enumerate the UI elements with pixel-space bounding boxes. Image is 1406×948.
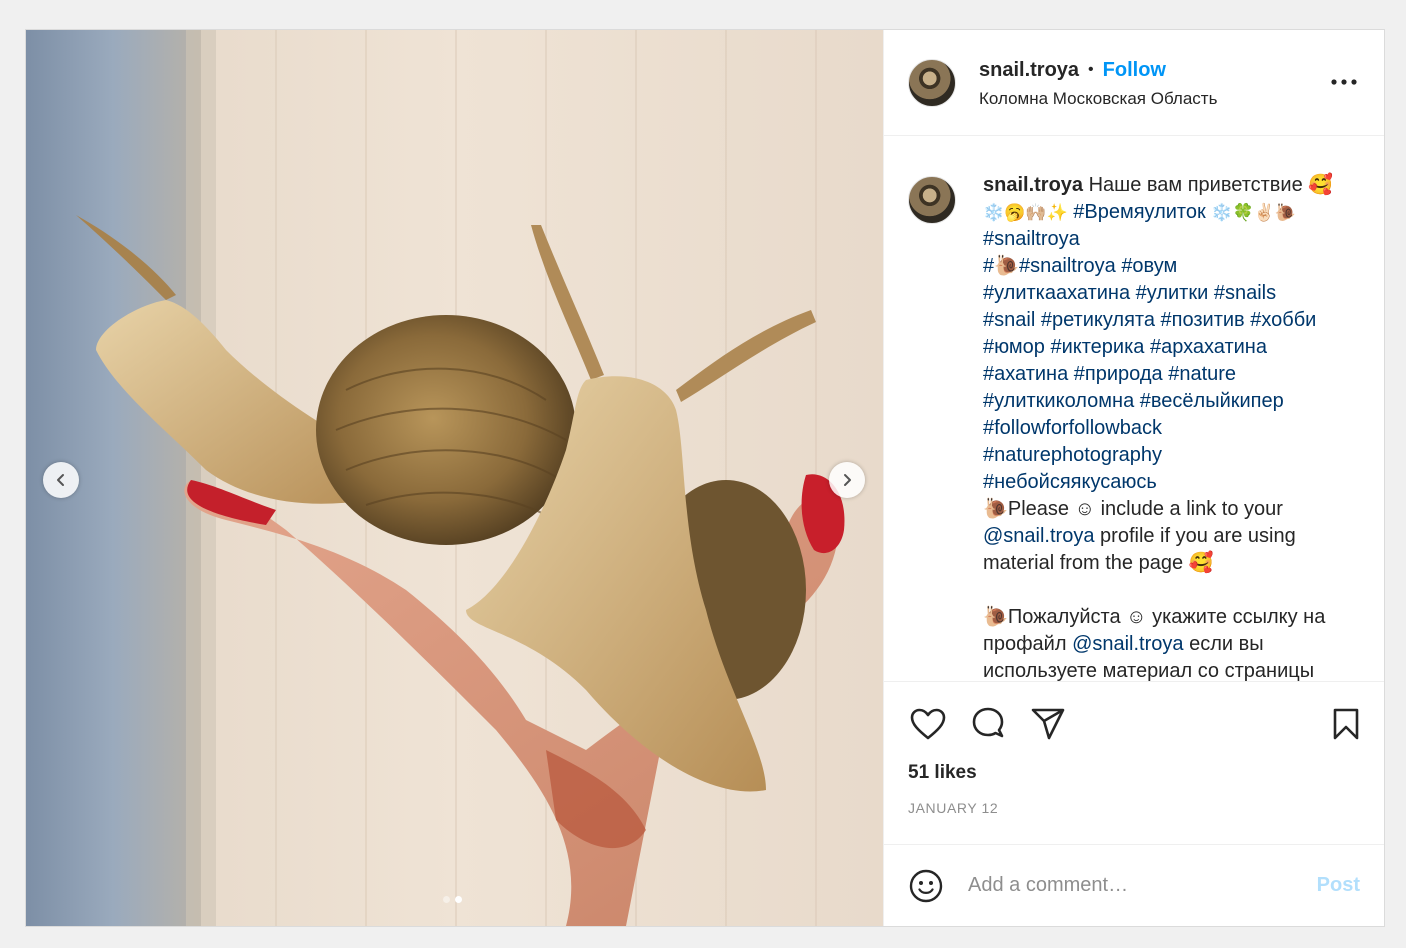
hashtag-link[interactable]: #nature — [1168, 363, 1236, 385]
hashtag-link[interactable]: #иктерика — [1050, 336, 1144, 358]
emoji-button[interactable] — [908, 868, 944, 904]
prev-slide-button[interactable] — [43, 462, 79, 498]
post-card: snail.troya • Follow Коломна Московская … — [25, 29, 1385, 927]
hashtag-link[interactable]: #snail — [983, 309, 1035, 331]
hashtag-link[interactable]: #небойсяякусаюсь — [983, 471, 1157, 493]
mention-link[interactable]: @snail.troya — [1072, 633, 1183, 655]
carousel-dot-active — [455, 896, 462, 903]
comment-icon — [972, 707, 1004, 738]
caption-emoji: ❄️🍀✌🏻🐌 — [1211, 203, 1296, 222]
post-date[interactable]: JANUARY 12 — [884, 800, 1384, 816]
separator-dot: • — [1088, 61, 1094, 78]
avatar[interactable] — [908, 176, 956, 224]
comment-box: Post — [884, 844, 1384, 926]
hashtag-link[interactable]: #улиткиколомна — [983, 390, 1134, 412]
like-button[interactable] — [908, 704, 948, 744]
caption-text: snail.troya Наше вам приветствие 🥰 ❄️🥱🙌🏼… — [983, 172, 1360, 681]
comment-input[interactable] — [968, 874, 1317, 897]
hashtag-link[interactable]: #snailtroya — [1019, 255, 1116, 277]
hashtag-link[interactable]: #архахатина — [1150, 336, 1267, 358]
chevron-left-icon — [57, 474, 64, 486]
hashtag-link[interactable]: #followforfollowback — [983, 417, 1162, 439]
bookmark-icon — [1333, 708, 1359, 740]
hashtag-link[interactable]: #ахатина — [983, 363, 1068, 385]
carousel-dot — [443, 896, 450, 903]
emoji-icon — [909, 869, 943, 902]
next-slide-button[interactable] — [829, 462, 865, 498]
comment-button[interactable] — [968, 704, 1008, 744]
caption-english-text: 🐌Please ☺ include a link to your — [983, 498, 1283, 520]
carousel-indicator — [443, 896, 462, 903]
more-options-icon — [1331, 79, 1357, 85]
share-icon — [1031, 708, 1065, 740]
hashtag-link[interactable]: #улиткаахатина — [983, 282, 1130, 304]
hashtag-link[interactable]: #ретикулята — [1041, 309, 1155, 331]
post-photo — [26, 30, 883, 926]
heart-icon — [910, 708, 946, 740]
hashtag-link[interactable]: #юмор — [983, 336, 1045, 358]
follow-button[interactable]: Follow — [1103, 59, 1166, 82]
avatar[interactable] — [908, 58, 956, 107]
save-button[interactable] — [1326, 704, 1366, 744]
post-comment-button[interactable]: Post — [1317, 874, 1360, 897]
username-link[interactable]: snail.troya — [979, 59, 1079, 82]
chevron-right-icon — [844, 474, 851, 486]
caption-emoji: ❄️🥱🙌🏼✨ — [983, 203, 1068, 222]
caption-area: snail.troya Наше вам приветствие 🥰 ❄️🥱🙌🏼… — [884, 136, 1384, 682]
post-media[interactable] — [26, 30, 883, 926]
hashtag-link[interactable]: #🐌 — [983, 255, 1019, 277]
hashtag-link[interactable]: #позитив — [1161, 309, 1245, 331]
hashtag-link[interactable]: #naturephotography — [983, 444, 1162, 466]
hashtag-link[interactable]: #природа — [1074, 363, 1163, 385]
hashtag-link[interactable]: #snailtroya — [983, 228, 1080, 250]
hashtag-link[interactable]: #хобби — [1250, 309, 1316, 331]
hashtag-link[interactable]: #Времяулиток — [1073, 201, 1206, 223]
hashtag-link[interactable]: #овум — [1121, 255, 1177, 277]
more-options-button[interactable] — [1331, 72, 1357, 90]
hashtag-link[interactable]: #весёлыйкипер — [1140, 390, 1284, 412]
caption-intro: Наше вам приветствие 🥰 — [1088, 174, 1334, 196]
caption-username[interactable]: snail.troya — [983, 174, 1083, 196]
post-side-panel: snail.troya • Follow Коломна Московская … — [883, 30, 1384, 926]
mention-link[interactable]: @snail.troya — [983, 525, 1094, 547]
hashtag-link[interactable]: #snails — [1214, 282, 1276, 304]
location-link[interactable]: Коломна Московская Область — [979, 89, 1217, 109]
post-actions — [884, 682, 1384, 766]
post-header: snail.troya • Follow Коломна Московская … — [884, 30, 1384, 136]
share-button[interactable] — [1028, 704, 1068, 744]
hashtag-link[interactable]: #улитки — [1136, 282, 1209, 304]
